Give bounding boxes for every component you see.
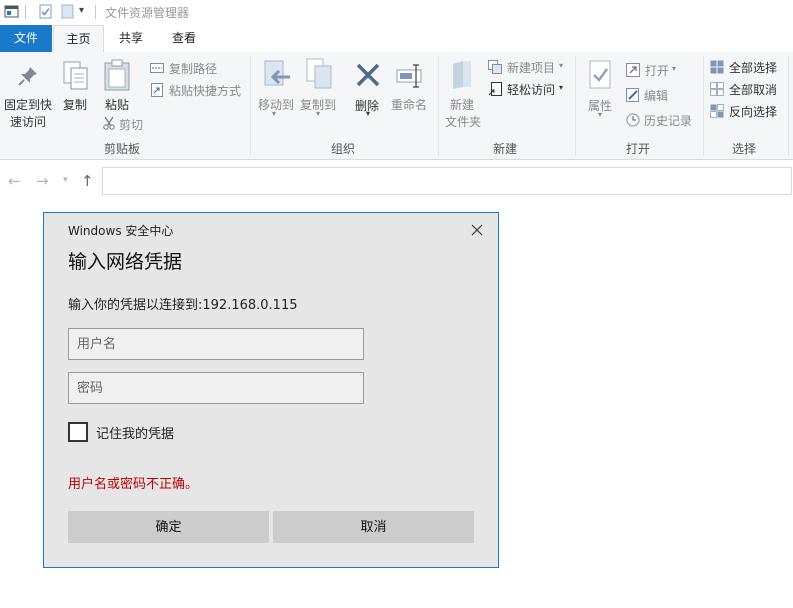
- tab-view[interactable]: 查看: [158, 25, 210, 52]
- dialog-message: 输入你的凭据以连接到:192.168.0.115: [68, 298, 298, 313]
- remember-credentials-label[interactable]: 记住我的凭据: [96, 423, 174, 442]
- customize-quick-access-icon[interactable]: ▾: [79, 5, 94, 20]
- ribbon-tabs: 文件 主页 共享 查看: [0, 25, 793, 53]
- cancel-button[interactable]: 取消: [273, 511, 474, 543]
- copy-path-icon: [150, 61, 164, 75]
- properties-icon: [589, 60, 613, 93]
- copy-icon: [63, 61, 89, 94]
- copy-path-button[interactable]: 复制路径: [169, 60, 217, 77]
- new-item-dropdown-icon[interactable]: ▾: [559, 61, 563, 70]
- easy-access-icon: [488, 82, 502, 96]
- back-arrow-icon[interactable]: ←: [8, 172, 21, 190]
- recent-locations-chevron-icon[interactable]: ▾: [63, 175, 68, 185]
- delete-icon: [355, 62, 381, 91]
- username-field[interactable]: [68, 328, 364, 360]
- edit-button[interactable]: 编辑: [644, 87, 668, 104]
- up-arrow-icon[interactable]: ↑: [81, 172, 94, 190]
- move-to-dropdown-icon[interactable]: ▾: [272, 109, 276, 118]
- open-button[interactable]: 打开: [645, 62, 669, 79]
- new-folder-quick-icon[interactable]: [60, 4, 75, 19]
- password-field[interactable]: [68, 372, 364, 404]
- cut-button[interactable]: 剪切: [119, 116, 143, 133]
- tab-share[interactable]: 共享: [106, 25, 156, 52]
- new-item-icon: [488, 60, 502, 74]
- open-dropdown-icon[interactable]: ▾: [672, 64, 676, 73]
- open-icon: [626, 63, 640, 77]
- new-folder-button[interactable]: 新建: [450, 96, 474, 113]
- tab-home[interactable]: 主页: [53, 25, 104, 53]
- title-bar: ▾ 文件资源管理器: [0, 0, 793, 25]
- properties-dropdown-icon[interactable]: ▾: [598, 110, 602, 119]
- paste-shortcut-icon: [150, 83, 164, 97]
- select-none-button[interactable]: 全部取消: [729, 81, 777, 98]
- tab-file[interactable]: 文件: [0, 25, 52, 52]
- history-icon: [626, 113, 640, 127]
- dialog-title: 输入网络凭据: [68, 251, 183, 273]
- clipboard-group-label: 剪贴板: [104, 142, 141, 156]
- history-button[interactable]: 历史记录: [644, 112, 692, 129]
- properties-quick-icon[interactable]: [38, 4, 53, 19]
- copy-to-dropdown-icon[interactable]: ▾: [316, 109, 320, 118]
- new-group-label: 新建: [493, 142, 518, 156]
- ok-button[interactable]: 确定: [68, 511, 269, 543]
- delete-dropdown-icon[interactable]: ▾: [366, 109, 370, 118]
- paste-icon: [104, 59, 130, 94]
- copy-to-icon: [306, 58, 334, 93]
- navigation-bar: ← → ▾ ↑: [0, 160, 793, 204]
- invert-selection-button[interactable]: 反向选择: [729, 103, 777, 120]
- remember-credentials-checkbox[interactable]: [68, 422, 88, 442]
- easy-access-dropdown-icon[interactable]: ▾: [559, 83, 563, 92]
- select-group-label: 选择: [732, 142, 757, 156]
- select-all-button[interactable]: 全部选择: [729, 59, 777, 76]
- copy-button[interactable]: 复制: [63, 96, 87, 113]
- new-folder-label-2: 文件夹: [445, 115, 482, 129]
- close-icon[interactable]: [464, 219, 490, 241]
- edit-icon: [626, 88, 640, 102]
- select-none-icon: [710, 82, 724, 96]
- forward-arrow-icon[interactable]: →: [36, 172, 49, 190]
- new-item-button[interactable]: 新建项目: [507, 59, 555, 76]
- easy-access-button[interactable]: 轻松访问: [507, 81, 555, 98]
- pin-quick-access-label-2: 速访问: [10, 115, 47, 129]
- error-message: 用户名或密码不正确。: [68, 477, 199, 492]
- move-to-icon: [262, 60, 292, 95]
- pin-quick-access-button[interactable]: 固定到快: [4, 96, 52, 113]
- credentials-dialog: Windows 安全中心 输入网络凭据 输入你的凭据以连接到:192.168.0…: [43, 212, 499, 568]
- ribbon: 固定到快 速访问 复制 粘贴 复制路径 粘贴快捷方式 剪切 剪贴板 移动到 ▾: [0, 52, 793, 160]
- pin-icon: [16, 64, 40, 91]
- window-title: 文件资源管理器: [105, 6, 190, 20]
- address-bar[interactable]: [102, 167, 792, 195]
- rename-icon: [396, 64, 426, 91]
- explorer-app-icon: [4, 4, 19, 19]
- cut-icon: [102, 116, 116, 130]
- new-folder-icon: [451, 60, 475, 93]
- dialog-app-name: Windows 安全中心: [68, 224, 174, 238]
- select-all-icon: [710, 60, 724, 74]
- rename-button[interactable]: 重命名: [391, 96, 427, 113]
- organize-group-label: 组织: [331, 142, 356, 156]
- invert-selection-icon: [710, 104, 724, 118]
- paste-shortcut-button[interactable]: 粘贴快捷方式: [169, 82, 241, 99]
- open-group-label: 打开: [626, 142, 651, 156]
- paste-button[interactable]: 粘贴: [105, 96, 129, 113]
